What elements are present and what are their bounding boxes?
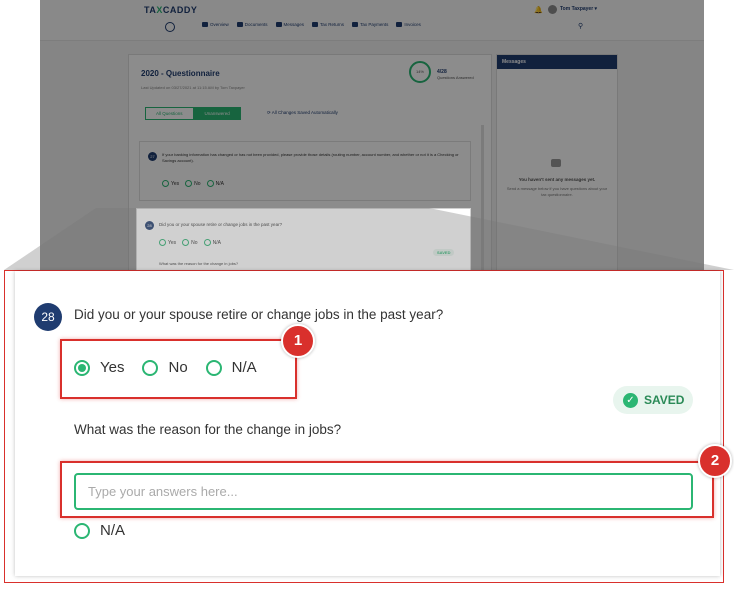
question-text: Did you or your spouse retire or change … [74,307,444,322]
callout-badge-1: 1 [281,324,315,358]
radio-na[interactable]: N/A [205,359,257,376]
radio-circle [74,359,90,376]
radio-yes[interactable]: Yes [159,239,176,246]
radio-no[interactable]: No [182,239,197,246]
background-screenshot: TAXCADDY 🔔 Tom Taxpayer ▾ Overview Docum… [40,0,704,300]
followup-label: What was the reason for the change in jo… [74,422,342,437]
radio-dot [78,363,86,372]
radio-circle [74,522,90,539]
saved-badge: SAVED [433,249,455,256]
answer-input[interactable] [74,473,693,510]
radio-na[interactable]: N/A [204,239,221,246]
radio-yes[interactable]: Yes [74,359,124,376]
radio-no[interactable]: No [142,359,188,376]
callout-badge-2: 2 [698,444,732,478]
followup-label: What was the reason for the change in jo… [159,261,239,266]
check-icon: ✓ [623,392,638,408]
saved-badge: ✓ SAVED [613,386,693,414]
followup-radio-na[interactable]: N/A [74,522,125,539]
answer-options: Yes No N/A [74,359,257,376]
question-text: Did you or your spouse retire or change … [159,222,283,227]
radio-circle [142,359,159,376]
radio-circle [205,359,222,376]
question-number: 28 [145,221,154,230]
question-number-badge: 28 [34,303,62,331]
question-28-preview-options: Yes No N/A [159,239,221,246]
